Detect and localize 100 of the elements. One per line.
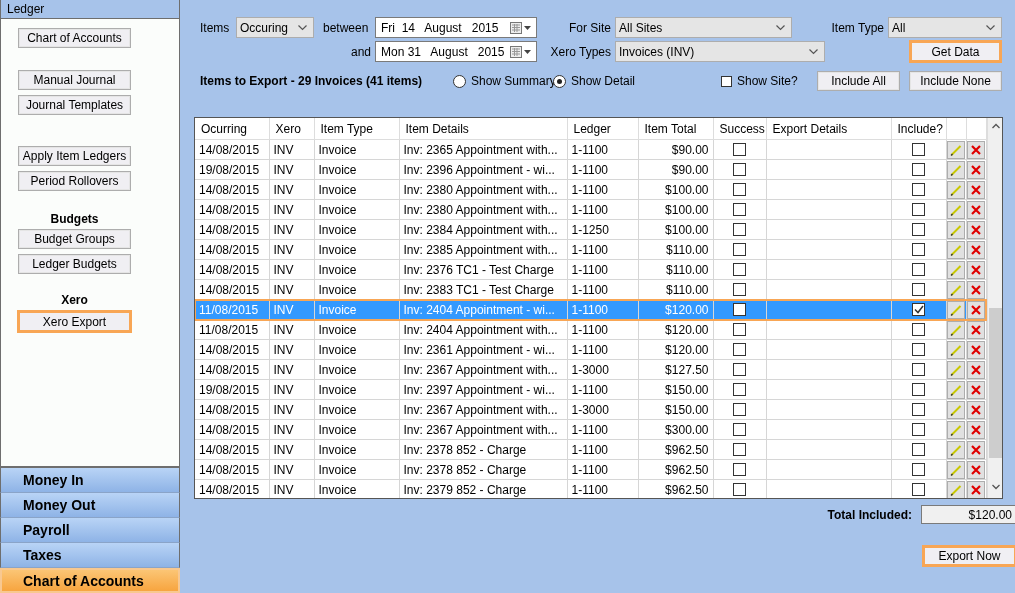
sidebar-button[interactable]: Budget Groups xyxy=(18,229,131,249)
table-cell: $110.00 xyxy=(638,279,713,300)
table-cell: 19/08/2015 xyxy=(195,159,269,180)
column-header[interactable]: Success xyxy=(713,118,766,140)
table-cell: 1-1100 xyxy=(567,439,638,460)
table-row[interactable]: 19/08/2015 INV Invoice Inv: 2397 Appointment - wi... 1-1100 $150.00 xyxy=(195,379,986,400)
table-row[interactable]: 14/08/2015 INV Invoice Inv: 2379 852 - Charge 1-1100 $962.50 xyxy=(195,479,986,498)
table-cell: Inv: 2397 Appointment - wi... xyxy=(399,379,567,400)
table-cell: $100.00 xyxy=(638,179,713,200)
field-label: Xero Types xyxy=(549,44,612,59)
include-all-button[interactable]: Include All xyxy=(817,71,900,91)
nav-item[interactable]: Payroll xyxy=(0,518,180,543)
table-cell: Inv: 2379 852 - Charge xyxy=(399,479,567,498)
sidebar-button[interactable]: Ledger Budgets xyxy=(18,254,131,274)
table-cell: 14/08/2015 xyxy=(195,279,269,300)
item-type-dropdown[interactable]: All xyxy=(888,17,1002,38)
table-row[interactable]: 14/08/2015 INV Invoice Inv: 2367 Appointment with... 1-1100 $300.00 xyxy=(195,419,986,440)
table-cell: Invoice xyxy=(314,379,399,400)
table-cell: INV xyxy=(269,179,314,200)
column-header[interactable]: Include? xyxy=(891,118,946,140)
table-cell: 14/08/2015 xyxy=(195,239,269,260)
table-cell: 1-1100 xyxy=(567,319,638,340)
table-cell: 14/08/2015 xyxy=(195,479,269,498)
sidebar-button[interactable]: Manual Journal xyxy=(18,70,131,90)
table-cell: 11/08/2015 xyxy=(195,299,269,320)
column-header[interactable]: Item Details xyxy=(399,118,567,140)
table-row[interactable]: 14/08/2015 INV Invoice Inv: 2378 852 - Charge 1-1100 $962.50 xyxy=(195,459,986,480)
table-row[interactable]: 14/08/2015 INV Invoice Inv: 2367 Appointment with... 1-3000 $127.50 xyxy=(195,359,986,380)
table-row[interactable]: 14/08/2015 INV Invoice Inv: 2376 TC1 - Test Charge 1-1100 $110.00 xyxy=(195,259,986,280)
column-header[interactable]: Item Total xyxy=(638,118,713,140)
table-cell: Invoice xyxy=(314,279,399,300)
table-cell: Inv: 2404 Appointment with... xyxy=(399,319,567,340)
table-cell: Invoice xyxy=(314,179,399,200)
table-cell: INV xyxy=(269,439,314,460)
radio-button[interactable]: Show Detail xyxy=(553,74,721,88)
table-row[interactable]: 19/08/2015 INV Invoice Inv: 2396 Appointment - wi... 1-1100 $90.00 xyxy=(195,159,986,180)
table-cell: INV xyxy=(269,259,314,280)
table-row[interactable]: 14/08/2015 INV Invoice Inv: 2378 852 - Charge 1-1100 $962.50 xyxy=(195,439,986,460)
table-row[interactable]: 14/08/2015 INV Invoice Inv: 2383 TC1 - Test Charge 1-1100 $110.00 xyxy=(195,279,986,300)
column-header[interactable]: Ledger xyxy=(567,118,638,140)
sidebar-button[interactable]: Apply Item Ledgers xyxy=(18,146,131,166)
table-cell: $120.00 xyxy=(638,299,713,320)
table-row[interactable]: 14/08/2015 INV Invoice Inv: 2380 Appointment with... 1-1100 $100.00 xyxy=(195,179,986,200)
export-now-button[interactable]: Export Now xyxy=(922,545,1015,567)
table-cell: Invoice xyxy=(314,479,399,498)
table-cell: INV xyxy=(269,219,314,240)
table-row[interactable]: 14/08/2015 INV Invoice Inv: 2361 Appointment - wi... 1-1100 $120.00 xyxy=(195,339,986,360)
table-row[interactable]: 11/08/2015 INV Invoice Inv: 2404 Appointment with... 1-1100 $120.00 xyxy=(195,319,986,340)
table-cell: INV xyxy=(269,139,314,160)
table-cell: Invoice xyxy=(314,439,399,460)
column-header[interactable]: Item Type xyxy=(314,118,399,140)
sidebar-button[interactable]: Journal Templates xyxy=(18,95,131,115)
date-field[interactable]: Fri 14 August 2015 xyxy=(375,17,537,38)
table-cell: Invoice xyxy=(314,239,399,260)
table-row[interactable]: 14/08/2015 INV Invoice Inv: 2367 Appointment with... 1-3000 $150.00 xyxy=(195,399,986,420)
nav-item[interactable]: Money In xyxy=(0,468,180,493)
table-cell: 1-1100 xyxy=(567,239,638,260)
nav-item[interactable]: Taxes xyxy=(0,543,180,568)
table-cell: Inv: 2383 TC1 - Test Charge xyxy=(399,279,567,300)
get-data-button[interactable]: Get Data xyxy=(909,40,1002,63)
table-cell: Inv: 2378 852 - Charge xyxy=(399,459,567,480)
column-header[interactable]: Xero xyxy=(269,118,314,140)
sidebar-button[interactable]: Period Rollovers xyxy=(18,171,131,191)
radio-button[interactable]: Show Summary xyxy=(453,74,553,88)
sidebar-button[interactable]: Xero Export xyxy=(17,310,132,333)
table-cell: 1-1100 xyxy=(567,479,638,498)
site-dropdown[interactable]: All Sites xyxy=(615,17,792,38)
xero-types-dropdown[interactable]: Invoices (INV) xyxy=(615,41,825,62)
table-cell: $120.00 xyxy=(638,339,713,360)
table-cell: Invoice xyxy=(314,319,399,340)
items-dropdown[interactable]: Occuring xyxy=(236,17,314,38)
nav-item[interactable]: Chart of Accounts xyxy=(0,568,180,593)
date-field[interactable]: Mon 31 August 2015 xyxy=(375,41,537,62)
table-cell: $120.00 xyxy=(638,319,713,340)
sidebar-button[interactable]: Chart of Accounts xyxy=(18,28,131,48)
include-none-button[interactable]: Include None xyxy=(909,71,1002,91)
column-header[interactable]: Ocurring xyxy=(195,118,269,140)
panel-title: Ledger xyxy=(1,0,179,19)
field-label: Item Type xyxy=(830,20,885,35)
table-cell: 14/08/2015 xyxy=(195,419,269,440)
table-cell: Inv: 2367 Appointment with... xyxy=(399,399,567,420)
table-cell: $110.00 xyxy=(638,239,713,260)
table-cell: INV xyxy=(269,199,314,220)
nav-item[interactable]: Money Out xyxy=(0,493,180,518)
table-cell: Invoice xyxy=(314,359,399,380)
table-cell: Invoice xyxy=(314,159,399,180)
table-cell: $962.50 xyxy=(638,479,713,498)
table-cell: 1-3000 xyxy=(567,359,638,380)
table-row[interactable]: 14/08/2015 INV Invoice Inv: 2380 Appointment with... 1-1100 $100.00 xyxy=(195,199,986,220)
field-label: and xyxy=(349,44,372,59)
show-site-checkbox[interactable]: Show Site? xyxy=(721,74,817,88)
table-cell: INV xyxy=(269,459,314,480)
table-cell: $150.00 xyxy=(638,379,713,400)
table-cell: Inv: 2365 Appointment with... xyxy=(399,139,567,160)
table-row[interactable]: 14/08/2015 INV Invoice Inv: 2385 Appointment with... 1-1100 $110.00 xyxy=(195,239,986,260)
table-row[interactable]: 14/08/2015 INV Invoice Inv: 2365 Appointment with... 1-1100 $90.00 xyxy=(195,139,986,160)
table-cell: INV xyxy=(269,359,314,380)
field-label: For Site xyxy=(568,20,612,35)
column-header[interactable]: Export Details xyxy=(766,118,891,140)
table-row[interactable]: 14/08/2015 INV Invoice Inv: 2384 Appointment with... 1-1250 $100.00 xyxy=(195,219,986,240)
